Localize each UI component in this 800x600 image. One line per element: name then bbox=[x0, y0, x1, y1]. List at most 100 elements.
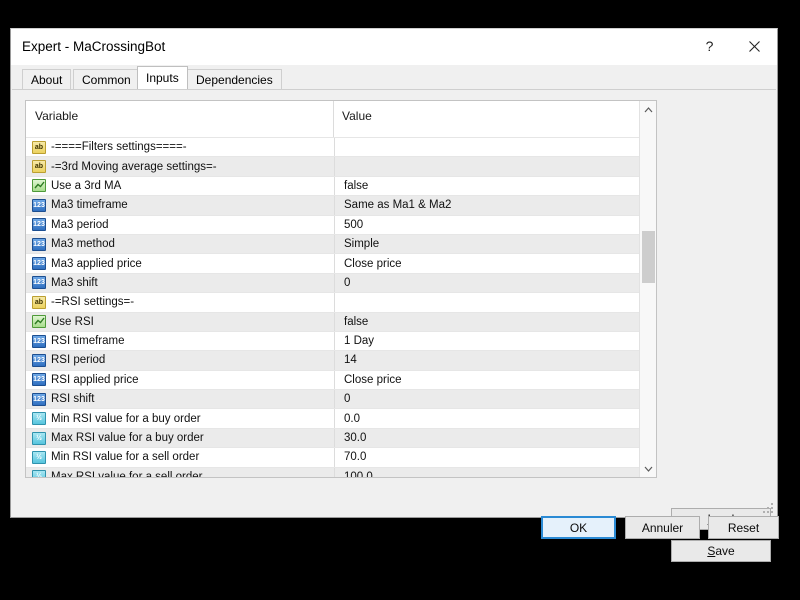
cell-value[interactable] bbox=[334, 293, 656, 312]
cell-value[interactable]: 1 Day bbox=[334, 331, 656, 351]
value-label: 1 Day bbox=[344, 335, 375, 348]
cell-variable[interactable]: Use a 3rd MA bbox=[26, 177, 334, 195]
table-row[interactable]: Use RSI false bbox=[26, 311, 656, 331]
table-row[interactable]: 123 RSI timeframe 1 Day bbox=[26, 330, 656, 351]
variable-label: RSI applied price bbox=[51, 373, 139, 386]
cancel-button[interactable]: Annuler bbox=[625, 516, 700, 539]
boolean-type-icon bbox=[32, 179, 46, 193]
cell-value[interactable]: false bbox=[334, 176, 656, 196]
table-row[interactable]: 123 RSI applied price Close price bbox=[26, 369, 656, 390]
cell-variable[interactable]: Use RSI bbox=[26, 313, 334, 331]
table-row[interactable]: ab -=RSI settings=- bbox=[26, 292, 656, 312]
cell-variable[interactable]: 123 RSI shift bbox=[26, 390, 334, 408]
value-label: Close price bbox=[344, 373, 402, 386]
table-row[interactable]: 123 Ma3 method Simple bbox=[26, 233, 656, 254]
cell-variable[interactable]: 123 RSI applied price bbox=[26, 371, 334, 389]
cell-value[interactable]: 30.0 bbox=[334, 428, 656, 448]
value-label: 0 bbox=[344, 393, 351, 406]
cell-value[interactable]: Close price bbox=[334, 370, 656, 390]
cell-variable[interactable]: ½ Max RSI value for a sell order bbox=[26, 468, 334, 477]
cell-value[interactable]: 100.0 bbox=[334, 467, 656, 478]
cell-variable[interactable]: ½ Min RSI value for a buy order bbox=[26, 409, 334, 427]
cell-value[interactable]: 500 bbox=[334, 215, 656, 234]
cell-value[interactable]: Simple bbox=[334, 234, 656, 254]
save-button-label: ave bbox=[715, 544, 735, 558]
cell-value[interactable]: Same as Ma1 & Ma2 bbox=[334, 196, 656, 215]
cell-value[interactable]: Close price bbox=[334, 254, 656, 273]
cell-variable[interactable]: 123 Ma3 period bbox=[26, 216, 334, 234]
reset-button[interactable]: Reset bbox=[708, 516, 779, 539]
cell-value[interactable]: 0 bbox=[334, 273, 656, 293]
column-header-value[interactable]: Value bbox=[342, 109, 372, 123]
cell-variable[interactable]: ab -=3rd Moving average settings=- bbox=[26, 157, 334, 175]
integer-type-icon: 123 bbox=[32, 198, 46, 212]
cell-variable[interactable]: 123 RSI period bbox=[26, 351, 334, 369]
variable-label: Ma3 applied price bbox=[51, 257, 142, 270]
variable-label: RSI timeframe bbox=[51, 335, 125, 348]
cell-variable[interactable]: 123 Ma3 applied price bbox=[26, 254, 334, 272]
integer-type-icon: 123 bbox=[32, 276, 46, 290]
value-label: 100.0 bbox=[344, 470, 373, 478]
tab-content-inputs: Variable Value ab -====Filters settings==… bbox=[12, 89, 779, 562]
variable-label: Min RSI value for a buy order bbox=[51, 412, 201, 425]
chevron-up-icon[interactable] bbox=[640, 101, 656, 118]
string-type-icon: ab bbox=[32, 140, 46, 154]
cell-value[interactable]: 0 bbox=[334, 390, 656, 409]
value-label: 500 bbox=[344, 218, 364, 231]
table-row[interactable]: ½ Min RSI value for a buy order 0.0 bbox=[26, 408, 656, 428]
double-type-icon: ½ bbox=[32, 412, 46, 426]
cell-variable[interactable]: 123 Ma3 timeframe bbox=[26, 196, 334, 214]
value-label: 30.0 bbox=[344, 432, 367, 445]
column-header-variable[interactable]: Variable bbox=[35, 109, 78, 123]
table-row[interactable]: ½ Min RSI value for a sell order 70.0 bbox=[26, 447, 656, 467]
table-row[interactable]: 123 Ma3 timeframe Same as Ma1 & Ma2 bbox=[26, 195, 656, 215]
resize-grip[interactable] bbox=[762, 502, 773, 513]
cell-variable[interactable]: 123 Ma3 shift bbox=[26, 274, 334, 292]
value-label: 14 bbox=[344, 354, 357, 367]
value-label: Same as Ma1 & Ma2 bbox=[344, 199, 452, 212]
cell-variable[interactable]: ab -=RSI settings=- bbox=[26, 293, 334, 311]
integer-type-icon: 123 bbox=[32, 373, 46, 387]
integer-type-icon: 123 bbox=[32, 353, 46, 367]
table-row[interactable]: 123 RSI period 14 bbox=[26, 350, 656, 370]
ok-button[interactable]: OK bbox=[541, 516, 616, 539]
variable-label: Max RSI value for a buy order bbox=[51, 432, 204, 445]
tab-dependencies[interactable]: Dependencies bbox=[187, 69, 282, 89]
table-row[interactable]: ab -====Filters settings====- bbox=[26, 137, 656, 157]
cell-value[interactable]: false bbox=[334, 312, 656, 331]
expert-properties-window: Expert - MaCrossingBot ? About Common In… bbox=[10, 28, 779, 562]
cell-value[interactable] bbox=[334, 157, 656, 176]
chevron-down-icon[interactable] bbox=[640, 460, 656, 477]
table-row[interactable]: ½ Max RSI value for a buy order 30.0 bbox=[26, 427, 656, 448]
tab-inputs[interactable]: Inputs bbox=[137, 66, 188, 89]
double-type-icon: ½ bbox=[32, 431, 46, 445]
table-row[interactable]: 123 Ma3 shift 0 bbox=[26, 272, 656, 293]
help-icon[interactable]: ? bbox=[687, 29, 732, 63]
scrollbar-thumb[interactable] bbox=[642, 231, 655, 283]
integer-type-icon: 123 bbox=[32, 392, 46, 406]
grid-scrollbar[interactable] bbox=[639, 101, 656, 477]
tab-about[interactable]: About bbox=[22, 69, 72, 89]
table-row[interactable]: 123 RSI shift 0 bbox=[26, 389, 656, 409]
table-row[interactable]: ab -=3rd Moving average settings=- bbox=[26, 156, 656, 176]
window-title: Expert - MaCrossingBot bbox=[22, 39, 166, 54]
cell-variable[interactable]: ½ Min RSI value for a sell order bbox=[26, 448, 334, 466]
close-icon[interactable] bbox=[732, 29, 777, 63]
cell-value[interactable]: 0.0 bbox=[334, 409, 656, 428]
table-row[interactable]: Use a 3rd MA false bbox=[26, 175, 656, 196]
save-button[interactable]: Save bbox=[671, 540, 771, 562]
column-divider[interactable] bbox=[333, 101, 334, 137]
table-row[interactable]: ½ Max RSI value for a sell order 100.0 bbox=[26, 466, 656, 478]
cell-variable[interactable]: 123 RSI timeframe bbox=[26, 332, 334, 350]
cell-variable[interactable]: ½ Max RSI value for a buy order bbox=[26, 429, 334, 447]
cell-value[interactable]: 70.0 bbox=[334, 448, 656, 467]
integer-type-icon: 123 bbox=[32, 237, 46, 251]
table-row[interactable]: 123 Ma3 applied price Close price bbox=[26, 253, 656, 273]
variable-label: -====Filters settings====- bbox=[51, 141, 187, 154]
cell-value[interactable] bbox=[334, 138, 656, 157]
cell-variable[interactable]: 123 Ma3 method bbox=[26, 235, 334, 253]
cell-variable[interactable]: ab -====Filters settings====- bbox=[26, 138, 334, 156]
tab-common[interactable]: Common bbox=[73, 69, 140, 89]
cell-value[interactable]: 14 bbox=[334, 351, 656, 370]
table-row[interactable]: 123 Ma3 period 500 bbox=[26, 214, 656, 234]
